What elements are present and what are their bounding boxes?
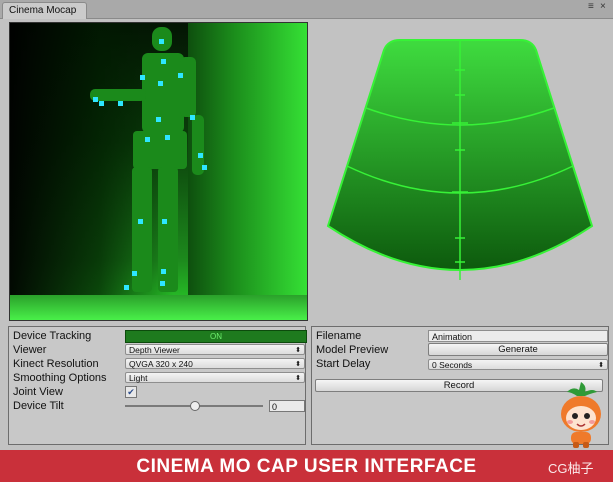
kinect-resolution-label: Kinect Resolution: [13, 358, 99, 370]
joint-view-label: Joint View: [13, 386, 63, 398]
tab-cinema-mocap[interactable]: Cinema Mocap: [2, 2, 88, 19]
start-delay-row: Start Delay 0 Seconds ⬍: [316, 357, 608, 371]
title-banner: CINEMA MO CAP USER INTERFACE: [0, 450, 613, 482]
joint-spine: [158, 81, 163, 86]
kinect-fov-radar: [326, 39, 594, 280]
joint-hip-center: [156, 117, 161, 122]
joint-ankle-left: [132, 271, 137, 276]
viewer-row: Viewer Depth Viewer ⬍: [13, 343, 305, 357]
device-tilt-row: Device Tilt 0: [13, 399, 305, 413]
start-delay-select[interactable]: 0 Seconds ⬍: [428, 359, 608, 370]
banner-title: CINEMA MO CAP USER INTERFACE: [136, 456, 477, 477]
device-tracking-label: Device Tracking: [13, 330, 92, 342]
filename-row: Filename Animation: [316, 329, 608, 343]
close-icon[interactable]: ×: [600, 1, 606, 12]
select-arrow-icon: ⬍: [295, 375, 301, 382]
smoothing-options-label: Smoothing Options: [13, 372, 107, 384]
joint-hand-left: [93, 97, 98, 102]
joint-hand-right: [202, 165, 207, 170]
filename-label: Filename: [316, 330, 362, 342]
select-arrow-icon: ⬍: [598, 362, 604, 369]
depth-floor: [10, 295, 307, 320]
joint-knee-left: [138, 219, 143, 224]
joint-hip-left: [145, 137, 150, 142]
model-preview-row: Model Preview Generate: [316, 343, 608, 357]
joint-knee-right: [162, 219, 167, 224]
viewer-label: Viewer: [13, 344, 47, 356]
mascot-logo: [561, 382, 601, 448]
joint-hip-right: [165, 135, 170, 140]
joint-neck: [161, 59, 166, 64]
kinect-resolution-row: Kinect Resolution QVGA 320 x 240 ⬍: [13, 357, 305, 371]
joint-view-checkbox[interactable]: ✔: [125, 386, 137, 398]
smoothing-options-row: Smoothing Options Light ⬍: [13, 371, 305, 385]
joint-elbow-left: [118, 101, 123, 106]
joint-view-row: Joint View ✔: [13, 385, 305, 399]
smoothing-options-value: Light: [129, 373, 148, 383]
device-settings-panel: Device Tracking ON Viewer Depth Viewer ⬍…: [8, 326, 307, 445]
joint-elbow-right: [190, 115, 195, 120]
smoothing-options-select[interactable]: Light ⬍: [125, 372, 305, 383]
depth-wall: [188, 23, 307, 320]
joint-foot-right: [160, 281, 165, 286]
joint-wrist-left: [99, 101, 104, 106]
device-tilt-slider-thumb[interactable]: [190, 401, 200, 411]
watermark-text: CG柚子: [548, 461, 594, 476]
viewer-select[interactable]: Depth Viewer ⬍: [125, 344, 305, 355]
model-preview-label: Model Preview: [316, 344, 389, 356]
select-arrow-icon: ⬍: [295, 361, 301, 368]
joint-foot-left: [124, 285, 129, 290]
device-tracking-row: Device Tracking ON: [13, 329, 307, 343]
start-delay-value: 0 Seconds: [432, 360, 473, 370]
window-titlebar: Cinema Mocap ≡ ×: [0, 0, 613, 19]
joint-shoulder-right: [178, 73, 183, 78]
device-tracking-toggle[interactable]: ON: [125, 330, 307, 343]
kinect-resolution-value: QVGA 320 x 240: [129, 359, 193, 369]
device-tilt-label: Device Tilt: [13, 400, 64, 412]
generate-button[interactable]: Generate: [428, 343, 608, 356]
start-delay-label: Start Delay: [316, 358, 371, 370]
menu-icon[interactable]: ≡: [588, 1, 594, 12]
viewer-value: Depth Viewer: [129, 345, 180, 355]
device-tilt-field[interactable]: 0: [269, 400, 305, 412]
filename-input[interactable]: Animation: [428, 330, 608, 342]
select-arrow-icon: ⬍: [295, 347, 301, 354]
depth-viewer: [9, 22, 308, 321]
joint-shoulder-left: [140, 75, 145, 80]
joint-head: [159, 39, 164, 44]
kinect-resolution-select[interactable]: QVGA 320 x 240 ⬍: [125, 358, 305, 369]
joint-ankle-right: [161, 269, 166, 274]
joint-wrist-right: [198, 153, 203, 158]
